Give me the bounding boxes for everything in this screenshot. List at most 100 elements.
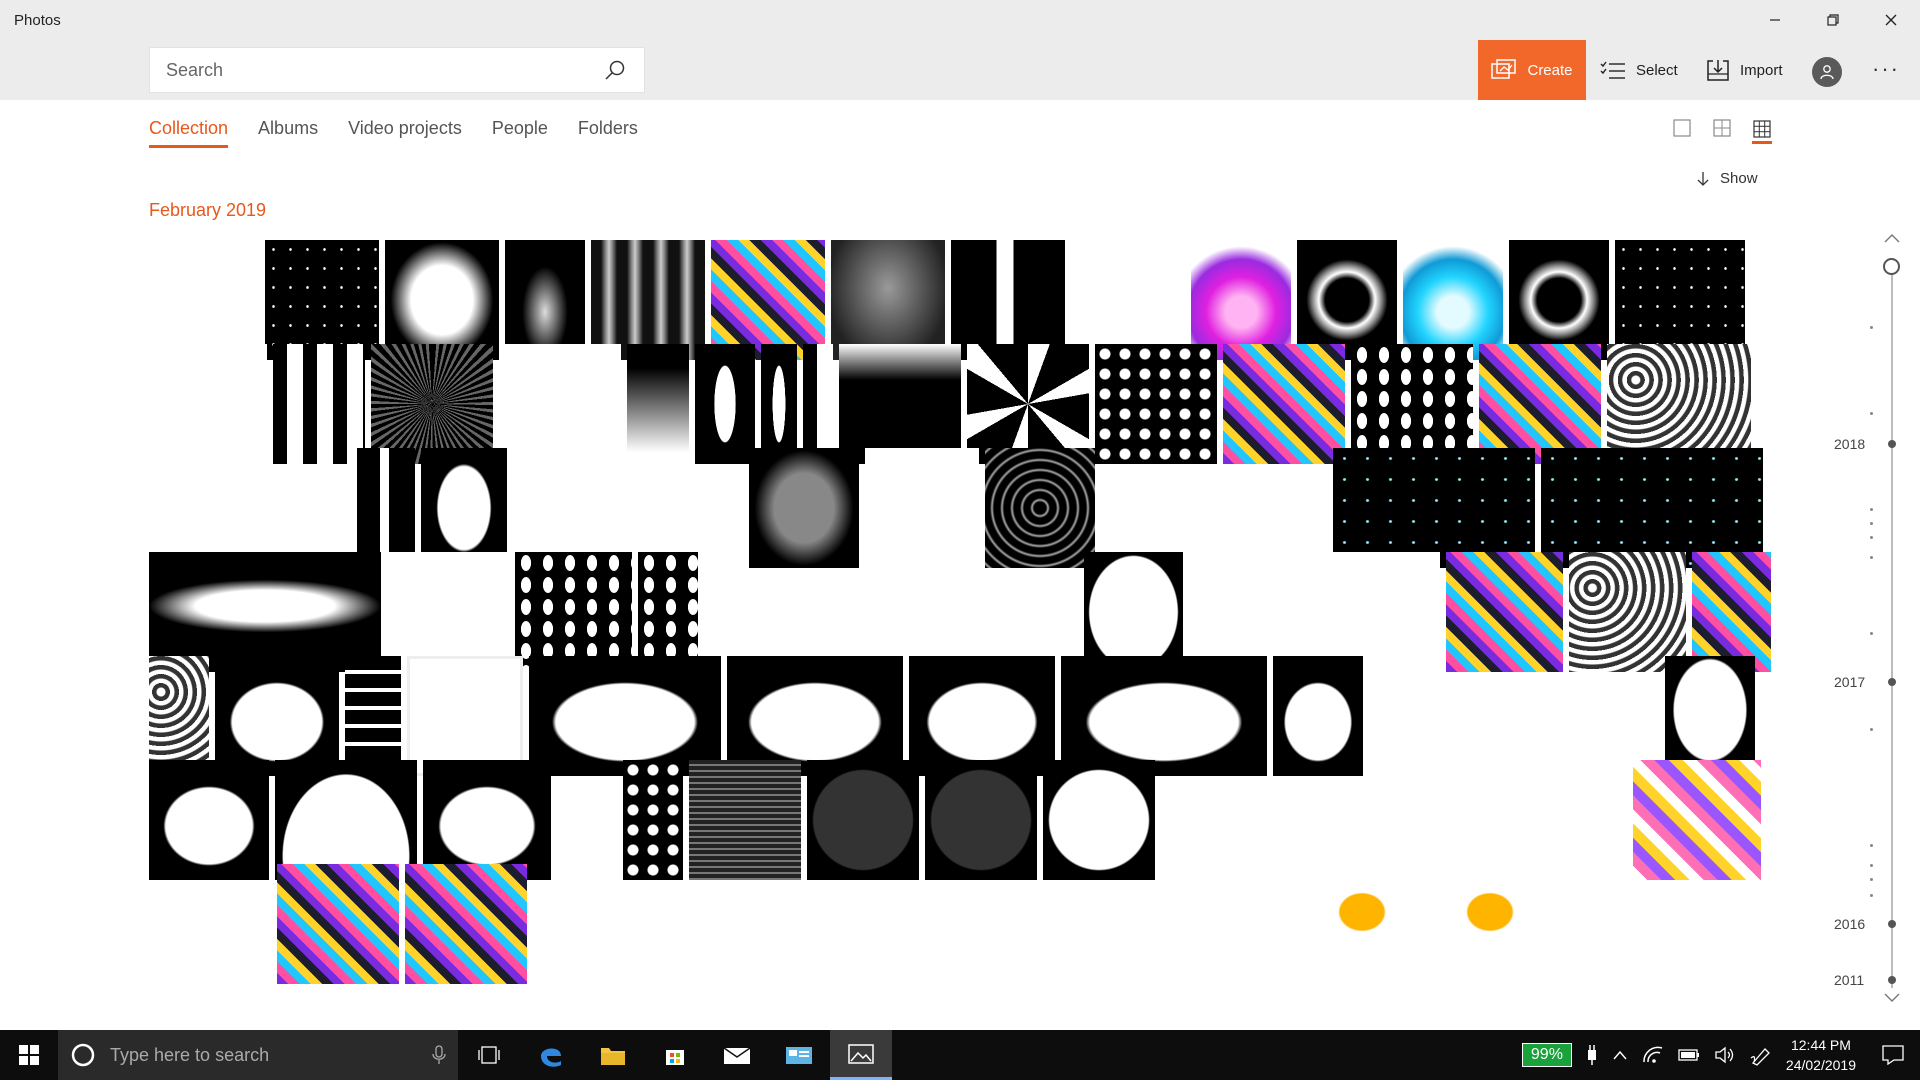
photo-thumbnail[interactable] [761, 344, 797, 464]
timeline-scrubber[interactable]: 2018 2017 2016 2011 [1830, 230, 1920, 1020]
minimize-button[interactable] [1752, 0, 1798, 40]
photo-thumbnail[interactable] [265, 240, 379, 360]
photo-thumbnail[interactable] [1083, 552, 1183, 672]
photo-thumbnail[interactable] [1615, 240, 1745, 360]
photo-thumbnail[interactable] [386, 552, 510, 672]
photo-thumbnail[interactable] [1446, 552, 1564, 672]
photo-thumbnail[interactable] [1665, 656, 1755, 776]
photo-thumbnail[interactable] [515, 552, 633, 672]
photo-thumbnail[interactable] [925, 760, 1037, 880]
photo-thumbnail[interactable] [1217, 448, 1327, 568]
photo-thumbnail[interactable] [803, 344, 833, 464]
photo-thumbnail[interactable] [277, 864, 399, 984]
photo-thumbnail[interactable] [865, 448, 979, 568]
photo-thumbnail[interactable] [917, 864, 1039, 984]
photo-thumbnail[interactable] [951, 240, 1065, 360]
photo-thumbnail[interactable] [1333, 448, 1535, 568]
photo-thumbnail[interactable] [1429, 864, 1551, 984]
photo-thumbnail[interactable] [345, 656, 401, 776]
photo-thumbnail[interactable] [749, 448, 859, 568]
photo-thumbnail[interactable] [1541, 448, 1763, 568]
import-button[interactable]: Import [1706, 40, 1783, 100]
photo-thumbnail[interactable] [704, 552, 827, 672]
volume-icon[interactable] [1714, 1046, 1736, 1064]
chevron-up-icon[interactable] [1612, 1049, 1628, 1061]
photo-thumbnail[interactable] [1191, 240, 1291, 360]
photo-thumbnail[interactable] [1279, 760, 1391, 880]
photo-thumbnail[interactable] [807, 760, 919, 880]
photo-thumbnail[interactable] [529, 656, 721, 776]
tab-people[interactable]: People [492, 118, 548, 148]
photo-thumbnail[interactable] [371, 344, 493, 464]
photo-thumbnail[interactable] [273, 344, 365, 464]
photo-thumbnail[interactable] [1061, 656, 1267, 776]
photo-thumbnail[interactable] [149, 864, 271, 984]
close-window-button[interactable] [1868, 0, 1914, 40]
search-field[interactable] [149, 47, 645, 93]
timeline-year-2011[interactable]: 2011 [1834, 972, 1864, 988]
photo-thumbnail[interactable] [985, 448, 1095, 568]
large-view-button[interactable] [1672, 118, 1692, 138]
power-plug-icon[interactable] [1586, 1044, 1598, 1066]
photo-thumbnail[interactable] [421, 448, 507, 568]
timeline-handle[interactable] [1883, 258, 1900, 275]
photo-thumbnail[interactable] [1071, 240, 1185, 360]
photo-thumbnail[interactable] [839, 344, 961, 464]
store-button[interactable] [644, 1030, 706, 1080]
tab-albums[interactable]: Albums [258, 118, 318, 148]
photo-thumbnail[interactable] [405, 864, 527, 984]
photo-thumbnail[interactable] [832, 552, 949, 672]
medium-view-button[interactable] [1712, 118, 1732, 138]
photos-app-button[interactable] [830, 1030, 892, 1080]
mail-button[interactable] [706, 1030, 768, 1080]
taskbar-search[interactable]: Type here to search [58, 1030, 458, 1080]
edge-button[interactable] [520, 1030, 582, 1080]
photo-thumbnail[interactable] [513, 448, 627, 568]
timeline-year-2016[interactable]: 2016 [1834, 916, 1865, 932]
battery-indicator[interactable]: 99% [1521, 1043, 1572, 1067]
battery-icon[interactable] [1678, 1048, 1700, 1062]
restore-button[interactable] [1810, 0, 1856, 40]
start-button[interactable] [0, 1030, 58, 1080]
photo-thumbnail[interactable] [1095, 344, 1217, 464]
show-button[interactable]: Show [1696, 170, 1758, 187]
photo-thumbnail[interactable] [1517, 656, 1659, 776]
photo-thumbnail[interactable] [1043, 760, 1155, 880]
photo-thumbnail[interactable] [499, 344, 621, 464]
control-panel-button[interactable] [768, 1030, 830, 1080]
timeline-year-2017[interactable]: 2017 [1834, 674, 1865, 690]
tab-video-projects[interactable]: Video projects [348, 118, 462, 148]
chevron-up-icon[interactable] [1882, 232, 1902, 244]
photo-thumbnail[interactable] [1101, 448, 1211, 568]
photo-thumbnail[interactable] [149, 344, 267, 464]
task-view-button[interactable] [458, 1030, 520, 1080]
photo-thumbnail[interactable] [695, 344, 755, 464]
photo-thumbnail[interactable] [1509, 240, 1609, 360]
photo-thumbnail[interactable] [1633, 760, 1761, 880]
photo-thumbnail[interactable] [149, 240, 259, 360]
photo-thumbnail[interactable] [423, 760, 551, 880]
photo-thumbnail[interactable] [638, 552, 698, 672]
chevron-down-icon[interactable] [1882, 992, 1902, 1004]
photo-thumbnail[interactable] [1351, 344, 1473, 464]
photo-thumbnail[interactable] [385, 240, 499, 360]
photo-thumbnail[interactable] [557, 760, 617, 880]
search-icon[interactable] [604, 59, 626, 81]
tab-folders[interactable]: Folders [578, 118, 638, 148]
account-avatar[interactable] [1812, 57, 1842, 87]
photo-thumbnail[interactable] [711, 240, 825, 360]
photo-thumbnail[interactable] [661, 864, 783, 984]
photo-thumbnail[interactable] [623, 760, 683, 880]
small-view-button[interactable] [1752, 118, 1772, 144]
photo-thumbnail[interactable] [1297, 240, 1397, 360]
photo-thumbnail[interactable] [357, 448, 415, 568]
photo-thumbnail[interactable] [727, 656, 903, 776]
photo-thumbnail[interactable] [149, 760, 269, 880]
photo-thumbnail[interactable] [831, 240, 945, 360]
photo-thumbnail[interactable] [967, 344, 1089, 464]
photo-thumbnail[interactable] [955, 552, 1078, 672]
photo-thumbnail[interactable] [627, 344, 689, 464]
photo-thumbnail[interactable] [149, 552, 381, 672]
photo-thumbnail[interactable] [633, 448, 743, 568]
search-input[interactable] [150, 59, 570, 81]
